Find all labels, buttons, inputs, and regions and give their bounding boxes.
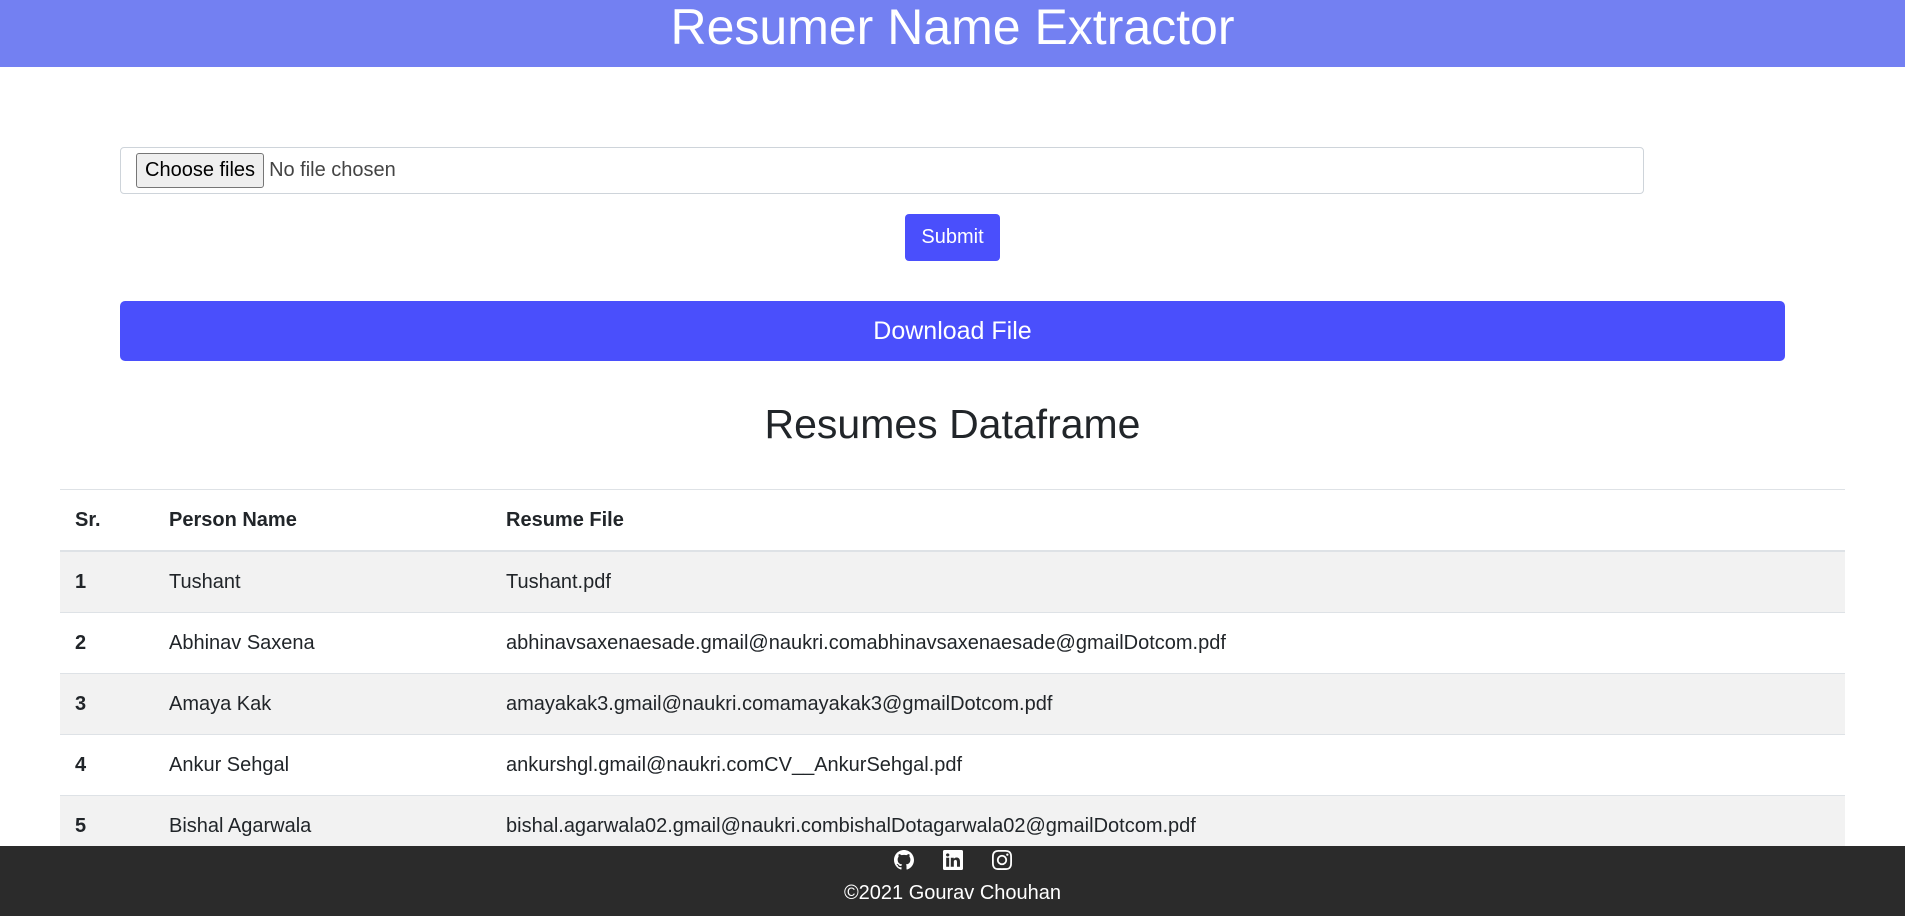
app-header: Resumer Name Extractor (0, 0, 1905, 67)
copyright-text: ©2021 Gourav Chouhan (843, 882, 1062, 904)
row-resume-file: Tushant.pdf (491, 550, 1845, 613)
row-person-name: Amaya Kak (154, 673, 491, 735)
column-header-person-name: Person Name (154, 489, 491, 552)
column-header-sr: Sr. (60, 489, 154, 552)
resumes-table: Sr. Person Name Resume File 1 Tushant Tu… (60, 489, 1845, 856)
file-upload-field[interactable]: Choose files No file chosen (120, 147, 1644, 194)
column-header-resume-file: Resume File (491, 489, 1845, 552)
table-row: 1 Tushant Tushant.pdf (60, 550, 1845, 613)
table-header-row: Sr. Person Name Resume File (60, 489, 1845, 552)
row-sr: 4 (60, 734, 154, 796)
row-person-name: Tushant (154, 550, 491, 613)
row-resume-file: amayakak3.gmail@naukri.comamayakak3@gmai… (491, 673, 1845, 735)
row-sr: 2 (60, 612, 154, 674)
social-links (0, 846, 1905, 880)
submit-button[interactable]: Submit (905, 214, 1000, 261)
row-person-name: Ankur Sehgal (154, 734, 491, 796)
instagram-icon (991, 850, 1012, 870)
github-icon (893, 850, 914, 870)
table-row: 3 Amaya Kak amayakak3.gmail@naukri.comam… (60, 673, 1845, 735)
download-file-button[interactable]: Download File (120, 301, 1785, 361)
page-title: Resumer Name Extractor (670, 0, 1235, 55)
linkedin-link[interactable] (942, 850, 963, 880)
row-resume-file: ankurshgl.gmail@naukri.comCV__AnkurSehga… (491, 734, 1845, 796)
row-person-name: Abhinav Saxena (154, 612, 491, 674)
linkedin-icon (942, 850, 963, 870)
section-title: Resumes Dataframe (764, 401, 1141, 447)
instagram-link[interactable] (991, 850, 1012, 880)
row-resume-file: abhinavsaxenaesade.gmail@naukri.comabhin… (491, 612, 1845, 674)
choose-files-button[interactable]: Choose files (136, 153, 265, 188)
github-link[interactable] (893, 850, 914, 880)
table-row: 4 Ankur Sehgal ankurshgl.gmail@naukri.co… (60, 734, 1845, 796)
file-status-text: No file chosen (269, 159, 396, 181)
table-row: 2 Abhinav Saxena abhinavsaxenaesade.gmai… (60, 612, 1845, 674)
page-footer: ©2021 Gourav Chouhan (0, 846, 1905, 916)
row-sr: 1 (60, 550, 154, 613)
row-sr: 3 (60, 673, 154, 735)
